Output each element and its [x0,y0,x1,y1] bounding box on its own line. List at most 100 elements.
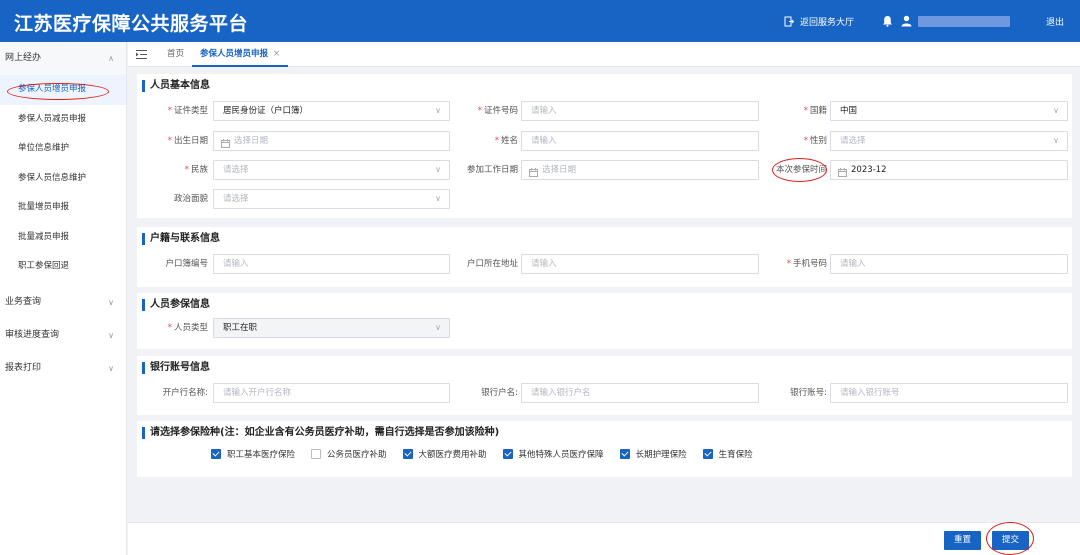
field-person-type: * 人员类型 职工在职 ∨ [137,318,457,338]
chevron-down-icon: ∨ [108,297,114,307]
chevron-down-icon: ∨ [435,323,441,332]
field-account-name: 银行户名: 请输入银行户名 [457,383,767,403]
field-name: * 姓名 请输入 [457,131,767,151]
sidebar-item-remove-insured[interactable]: 参保人员减员申报 [0,105,126,135]
top-bar-actions: 返回服务大厅 退出 [784,0,1064,42]
submit-button[interactable]: 提交 [992,531,1029,550]
logout-link[interactable]: 退出 [1046,15,1064,28]
chevron-down-icon: ∨ [1053,136,1059,145]
person-type-select[interactable]: 职工在职 ∨ [213,318,450,338]
sidebar-group-label: 网上经办 [5,53,42,63]
hukou-address-input[interactable]: 请输入 [521,254,759,274]
tab-home[interactable]: 首页 [159,42,192,67]
return-service-hall-link[interactable]: 返回服务大厅 [784,15,854,28]
section-insurance-types: 请选择参保险种(注：如企业含有公务员医疗补助，需自行选择是否参加该险种) 职工基… [137,421,1072,477]
field-mobile: * 手机号码 请输入 [767,254,1072,274]
app-title: 江苏医疗保障公共服务平台 [14,13,249,35]
field-nationality: * 国籍 中国 ∨ [767,101,1072,121]
section-household-contact: 户籍与联系信息 户口簿编号 请输入 户口所在地址 请输入 * 手机号码 请输入 [137,227,1072,287]
field-birth-date: * 出生日期 选择日期 [137,131,457,151]
sidebar-group-business-query[interactable]: 业务查询 ∨ [0,286,126,319]
section-title: 人员基本信息 [142,80,210,92]
birth-date-picker[interactable]: 选择日期 [213,131,450,151]
exit-door-icon [784,16,800,27]
tab-label: 参保人员增员申报 [200,48,269,59]
sidebar-item-insured-info[interactable]: 参保人员信息维护 [0,164,126,194]
close-icon[interactable]: × [273,49,280,59]
user-icon [901,15,912,27]
politics-select[interactable]: 请选择 ∨ [213,189,450,209]
insurance-checkbox-group: 职工基本医疗保险 公务员医疗补助 大额医疗费用补助 其他特殊人员医疗保障 长期护… [211,448,769,460]
sidebar-item-batch-add[interactable]: 批量增员申报 [0,193,126,223]
section-title: 户籍与联系信息 [142,233,220,245]
sidebar-group-report-print[interactable]: 报表打印 ∨ [0,352,126,385]
sidebar-group-online-service[interactable]: 网上经办 ∧ [0,42,126,75]
checkbox-label: 职工基本医疗保险 [227,450,296,460]
sidebar-item-add-insured[interactable]: 参保人员增员申报 [0,75,126,105]
checkbox-checked-icon [619,449,630,459]
field-label: 政治面貌 [173,194,208,204]
menu-collapse-icon[interactable] [136,49,147,59]
name-input[interactable]: 请输入 [521,131,759,151]
checkbox-label: 生育保险 [718,450,753,460]
field-account-number: 银行账号: 请输入银行账号 [767,383,1072,403]
sidebar-item-unit-info[interactable]: 单位信息维护 [0,134,126,164]
field-label: * 出生日期 [167,136,208,146]
user-menu[interactable] [901,15,1010,27]
checkbox-basic-medical[interactable]: 职工基本医疗保险 [211,448,295,460]
checkbox-maternity[interactable]: 生育保险 [702,448,753,460]
checkbox-checked-icon [702,449,713,459]
field-label: * 人员类型 [167,323,208,333]
checkbox-civil-servant-subsidy[interactable]: 公务员医疗补助 [311,448,387,460]
section-basic-info: 人员基本信息 * 证件类型 居民身份证（户口簿） ∨ * 证件号码 请输入 * 国籍 中… [137,74,1072,218]
field-label: * 性别 [803,136,827,146]
chevron-down-icon: ∨ [108,330,114,340]
field-politics: 政治面貌 请选择 ∨ [137,189,457,209]
id-type-select[interactable]: 居民身份证（户口簿） ∨ [213,101,450,121]
field-label: * 民族 [184,165,208,175]
insure-time-picker[interactable]: 2023-12 [830,160,1068,180]
checkbox-label: 公务员医疗补助 [327,450,387,460]
mobile-input[interactable]: 请输入 [830,254,1068,274]
user-name-redacted [917,15,1010,27]
tab-add-insured[interactable]: 参保人员增员申报 × [192,42,289,67]
field-work-start-date: 参加工作日期 选择日期 [457,160,767,180]
tab-bar: 首页 参保人员增员申报 × [128,42,1080,67]
section-title: 人员参保信息 [142,299,210,311]
checkbox-unchecked-icon [311,449,322,459]
reset-button[interactable]: 重置 [944,531,981,550]
ethnicity-select[interactable]: 请选择 ∨ [213,160,450,180]
sidebar: 网上经办 ∧ 参保人员增员申报 参保人员减员申报 单位信息维护 参保人员信息维护… [0,42,127,555]
checkbox-large-medical[interactable]: 大额医疗费用补助 [402,448,487,460]
field-id-number: * 证件号码 请输入 [457,101,767,121]
field-label: * 证件号码 [477,106,518,116]
bank-name-input[interactable]: 请输入开户行名称 [213,383,450,403]
id-number-input[interactable]: 请输入 [521,101,759,121]
nationality-select[interactable]: 中国 ∨ [830,101,1068,121]
account-name-input[interactable]: 请输入银行户名 [521,383,759,403]
section-title: 银行账号信息 [142,362,210,374]
sidebar-item-batch-remove[interactable]: 批量减员申报 [0,223,126,253]
sidebar-group-label: 业务查询 [5,296,42,307]
bell-icon[interactable] [882,15,893,27]
checkbox-long-term-care[interactable]: 长期护理保险 [619,448,687,460]
field-label: 本次参保时间 [775,165,827,175]
checkbox-special-persons[interactable]: 其他特殊人员医疗保障 [502,448,604,460]
checkbox-checked-icon [502,449,513,459]
calendar-icon [221,137,230,155]
sidebar-group-label: 报表打印 [5,362,42,373]
chevron-down-icon: ∨ [435,106,441,115]
chevron-down-icon: ∨ [435,165,441,174]
field-hukou-address: 户口所在地址 请输入 [457,254,767,274]
work-start-date-picker[interactable]: 选择日期 [521,160,759,180]
field-bank-name: 开户行名称: 请输入开户行名称 [137,383,457,403]
sidebar-group-review-progress[interactable]: 审核进度查询 ∨ [0,319,126,352]
sidebar-item-rollback[interactable]: 职工参保回退 [0,252,126,282]
sidebar-group-label: 审核进度查询 [5,329,60,340]
field-label: 户口所在地址 [466,259,518,269]
checkbox-label: 其他特殊人员医疗保障 [518,450,604,460]
hukou-number-input[interactable]: 请输入 [213,254,450,274]
gender-select[interactable]: 请选择 ∨ [830,131,1068,151]
account-number-input[interactable]: 请输入银行账号 [830,383,1068,403]
section-bank-info: 银行账号信息 开户行名称: 请输入开户行名称 银行户名: 请输入银行户名 银行账… [137,356,1072,415]
